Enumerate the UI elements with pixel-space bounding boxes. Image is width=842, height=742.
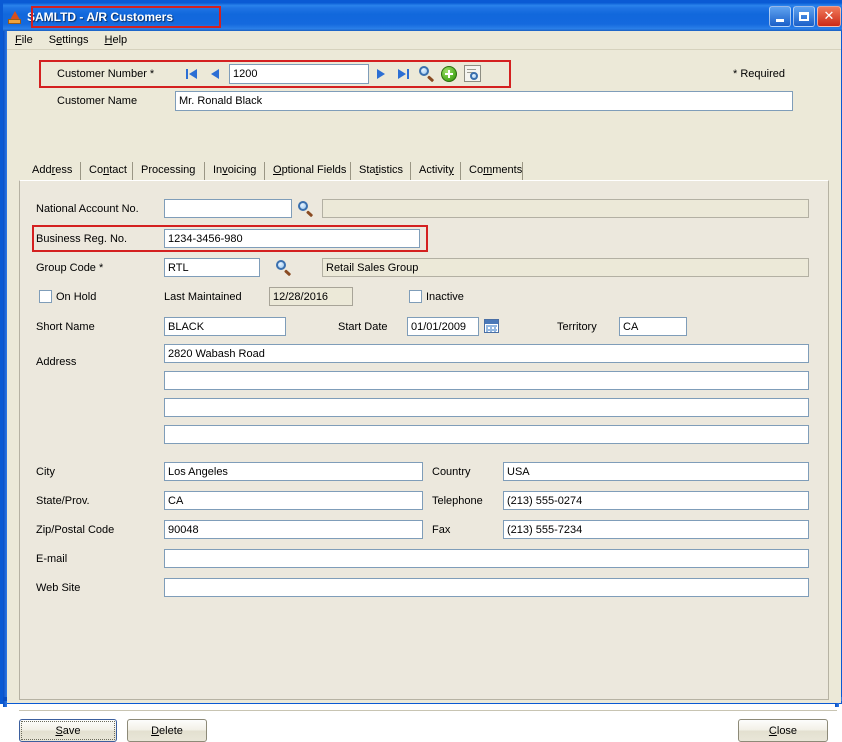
territory-input[interactable]: CA — [619, 317, 687, 336]
group-code-description: Retail Sales Group — [322, 258, 809, 277]
customer-number-label: Customer Number * — [57, 68, 155, 80]
tab-address[interactable]: Address — [26, 162, 81, 181]
national-account-label: National Account No. — [36, 203, 139, 215]
website-input[interactable] — [164, 578, 809, 597]
national-account-finder-icon[interactable] — [297, 200, 315, 218]
state-input[interactable]: CA — [164, 491, 423, 510]
group-code-finder-icon[interactable] — [275, 259, 293, 277]
customer-name-input[interactable]: Mr. Ronald Black — [175, 91, 793, 111]
next-record-button[interactable] — [373, 65, 389, 83]
delete-button[interactable]: Delete — [127, 719, 207, 742]
tab-contact[interactable]: Contact — [83, 162, 133, 181]
national-account-input[interactable] — [164, 199, 292, 218]
short-name-label: Short Name — [36, 321, 95, 333]
window-controls: ✕ — [769, 6, 841, 27]
country-label: Country — [432, 466, 471, 478]
email-label: E-mail — [36, 553, 68, 565]
tab-activity[interactable]: Activity — [413, 162, 461, 181]
fax-label: Fax — [432, 524, 451, 536]
minimize-icon — [776, 18, 784, 22]
on-hold-checkbox[interactable] — [39, 290, 52, 303]
territory-label: Territory — [557, 321, 597, 333]
group-code-label: Group Code * — [36, 262, 104, 274]
minimize-button[interactable] — [769, 6, 791, 27]
window-title: SAMLTD - A/R Customers — [27, 10, 174, 24]
last-maintained-label: Last Maintained — [164, 291, 242, 303]
address-label: Address — [36, 356, 77, 368]
address-line-2-input[interactable] — [164, 371, 809, 390]
tab-processing[interactable]: Processing — [135, 162, 205, 181]
zip-label: Zip/Postal Code — [36, 524, 115, 536]
last-maintained-value: 12/28/2016 — [269, 287, 353, 306]
maximize-button[interactable] — [793, 6, 815, 27]
close-button[interactable]: ✕ — [817, 6, 841, 27]
new-record-icon[interactable] — [441, 66, 457, 82]
menu-item-help[interactable]: Help — [97, 33, 136, 47]
application-window: SAMLTD - A/R Customers ✕ FFileile Settin… — [0, 0, 842, 742]
address-tab-panel: National Account No. Business Reg. No. 1… — [19, 180, 829, 700]
address-line-1-input[interactable]: 2820 Wabash Road — [164, 344, 809, 363]
last-record-button[interactable] — [395, 65, 411, 83]
close-button-footer[interactable]: Close — [738, 719, 828, 742]
national-account-description — [322, 199, 809, 218]
tab-invoicing[interactable]: Invoicing — [207, 162, 265, 181]
tab-comments[interactable]: Comments — [463, 162, 523, 181]
inactive-checkbox[interactable] — [409, 290, 422, 303]
footer-divider — [19, 710, 837, 711]
tab-strip: Address Contact Processing Invoicing Opt… — [19, 162, 829, 181]
menu-item-settings[interactable]: Settings — [41, 33, 97, 47]
customer-number-input[interactable]: 1200 — [229, 64, 369, 84]
find-record-icon[interactable] — [418, 65, 436, 83]
inactive-label: Inactive — [426, 291, 464, 303]
fax-input[interactable]: (213) 555-7234 — [503, 520, 809, 539]
calendar-icon[interactable] — [484, 319, 499, 333]
app-icon — [7, 9, 23, 25]
email-input[interactable] — [164, 549, 809, 568]
on-hold-label: On Hold — [56, 291, 97, 303]
city-label: City — [36, 466, 55, 478]
tab-statistics[interactable]: Statistics — [353, 162, 411, 181]
short-name-input[interactable]: BLACK — [164, 317, 286, 336]
zip-input[interactable]: 90048 — [164, 520, 423, 539]
menu-bar: FFileile Settings Help — [7, 31, 841, 50]
start-date-input[interactable]: 01/01/2009 — [407, 317, 479, 336]
maximize-icon — [799, 12, 809, 21]
city-input[interactable]: Los Angeles — [164, 462, 423, 481]
address-line-3-input[interactable] — [164, 398, 809, 417]
close-icon: ✕ — [823, 9, 835, 24]
menu-item-file[interactable]: FFileile — [7, 33, 41, 47]
website-label: Web Site — [36, 582, 81, 594]
required-legend: * Required — [733, 68, 785, 80]
business-reg-label: Business Reg. No. — [36, 233, 128, 245]
drilldown-icon[interactable] — [464, 65, 481, 82]
title-bar: SAMLTD - A/R Customers ✕ — [3, 3, 842, 31]
business-reg-input[interactable]: 1234-3456-980 — [164, 229, 420, 248]
save-button[interactable]: Save — [19, 719, 117, 742]
start-date-label: Start Date — [338, 321, 388, 333]
tab-optional-fields[interactable]: Optional Fields — [267, 162, 351, 181]
first-record-button[interactable] — [183, 65, 199, 83]
group-code-input[interactable]: RTL — [164, 258, 260, 277]
customer-name-label: Customer Name — [57, 95, 138, 107]
client-area: Customer Number * 1200 * Required Custom… — [7, 50, 841, 742]
telephone-input[interactable]: (213) 555-0274 — [503, 491, 809, 510]
previous-record-button[interactable] — [207, 65, 223, 83]
telephone-label: Telephone — [432, 495, 483, 507]
address-line-4-input[interactable] — [164, 425, 809, 444]
state-label: State/Prov. — [36, 495, 90, 507]
country-input[interactable]: USA — [503, 462, 809, 481]
